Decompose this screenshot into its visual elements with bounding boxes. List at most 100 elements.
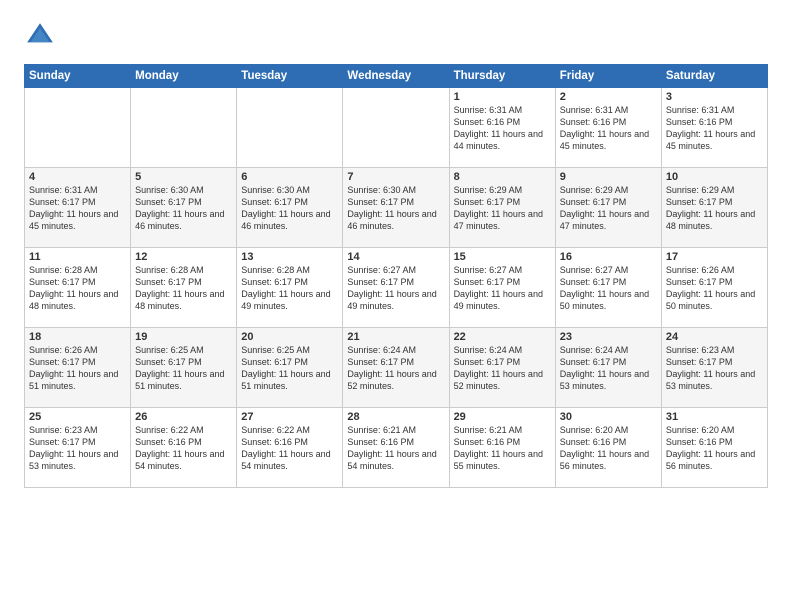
calendar-cell [131,88,237,168]
day-number: 14 [347,251,444,263]
day-info: Sunrise: 6:26 AMSunset: 6:17 PMDaylight:… [29,344,126,393]
day-info: Sunrise: 6:24 AMSunset: 6:17 PMDaylight:… [454,344,551,393]
day-number: 7 [347,171,444,183]
day-number: 18 [29,331,126,343]
calendar-cell: 16Sunrise: 6:27 AMSunset: 6:17 PMDayligh… [555,248,661,328]
day-number: 10 [666,171,763,183]
day-number: 1 [454,91,551,103]
day-info: Sunrise: 6:24 AMSunset: 6:17 PMDaylight:… [347,344,444,393]
day-number: 27 [241,411,338,423]
calendar-cell: 29Sunrise: 6:21 AMSunset: 6:16 PMDayligh… [449,408,555,488]
header [24,20,768,52]
day-number: 24 [666,331,763,343]
calendar-cell: 9Sunrise: 6:29 AMSunset: 6:17 PMDaylight… [555,168,661,248]
calendar-cell: 31Sunrise: 6:20 AMSunset: 6:16 PMDayligh… [661,408,767,488]
day-number: 13 [241,251,338,263]
calendar-cell: 24Sunrise: 6:23 AMSunset: 6:17 PMDayligh… [661,328,767,408]
day-info: Sunrise: 6:29 AMSunset: 6:17 PMDaylight:… [560,184,657,233]
weekday-header-tuesday: Tuesday [237,65,343,88]
calendar-cell: 2Sunrise: 6:31 AMSunset: 6:16 PMDaylight… [555,88,661,168]
day-info: Sunrise: 6:30 AMSunset: 6:17 PMDaylight:… [347,184,444,233]
day-info: Sunrise: 6:28 AMSunset: 6:17 PMDaylight:… [135,264,232,313]
week-row-5: 25Sunrise: 6:23 AMSunset: 6:17 PMDayligh… [25,408,768,488]
day-info: Sunrise: 6:28 AMSunset: 6:17 PMDaylight:… [29,264,126,313]
day-number: 16 [560,251,657,263]
calendar-cell: 19Sunrise: 6:25 AMSunset: 6:17 PMDayligh… [131,328,237,408]
calendar-cell: 6Sunrise: 6:30 AMSunset: 6:17 PMDaylight… [237,168,343,248]
day-number: 23 [560,331,657,343]
calendar-cell: 8Sunrise: 6:29 AMSunset: 6:17 PMDaylight… [449,168,555,248]
weekday-header-friday: Friday [555,65,661,88]
day-info: Sunrise: 6:22 AMSunset: 6:16 PMDaylight:… [135,424,232,473]
week-row-1: 1 Sunrise: 6:31 AMSunset: 6:16 PMDaylight… [25,88,768,168]
weekday-header-saturday: Saturday [661,65,767,88]
calendar-cell: 12Sunrise: 6:28 AMSunset: 6:17 PMDayligh… [131,248,237,328]
calendar-cell: 11Sunrise: 6:28 AMSunset: 6:17 PMDayligh… [25,248,131,328]
day-info: Sunrise: 6:29 AMSunset: 6:17 PMDaylight:… [454,184,551,233]
day-number: 20 [241,331,338,343]
week-row-3: 11Sunrise: 6:28 AMSunset: 6:17 PMDayligh… [25,248,768,328]
calendar-cell: 28Sunrise: 6:21 AMSunset: 6:16 PMDayligh… [343,408,449,488]
day-info: Sunrise: 6:28 AMSunset: 6:17 PMDaylight:… [241,264,338,313]
day-info: Sunrise: 6:20 AMSunset: 6:16 PMDaylight:… [666,424,763,473]
calendar-cell: 22Sunrise: 6:24 AMSunset: 6:17 PMDayligh… [449,328,555,408]
day-info: Sunrise: 6:31 AMSunset: 6:16 PMDaylight:… [666,104,763,153]
day-info: Sunrise: 6:25 AMSunset: 6:17 PMDaylight:… [241,344,338,393]
calendar-cell: 13Sunrise: 6:28 AMSunset: 6:17 PMDayligh… [237,248,343,328]
weekday-header-thursday: Thursday [449,65,555,88]
day-info: Sunrise: 6:23 AMSunset: 6:17 PMDaylight:… [29,424,126,473]
day-number: 29 [454,411,551,423]
calendar-cell: 4Sunrise: 6:31 AMSunset: 6:17 PMDaylight… [25,168,131,248]
weekday-header-wednesday: Wednesday [343,65,449,88]
day-info: Sunrise: 6:20 AMSunset: 6:16 PMDaylight:… [560,424,657,473]
day-number: 11 [29,251,126,263]
calendar-cell: 5Sunrise: 6:30 AMSunset: 6:17 PMDaylight… [131,168,237,248]
calendar-cell: 21Sunrise: 6:24 AMSunset: 6:17 PMDayligh… [343,328,449,408]
day-info: Sunrise: 6:21 AMSunset: 6:16 PMDaylight:… [347,424,444,473]
day-number: 22 [454,331,551,343]
calendar-cell: 1Sunrise: 6:31 AMSunset: 6:16 PMDaylight… [449,88,555,168]
calendar-cell: 14Sunrise: 6:27 AMSunset: 6:17 PMDayligh… [343,248,449,328]
day-info: Sunrise: 6:21 AMSunset: 6:16 PMDaylight:… [454,424,551,473]
day-number: 19 [135,331,232,343]
page: SundayMondayTuesdayWednesdayThursdayFrid… [0,0,792,612]
day-info: Sunrise: 6:23 AMSunset: 6:17 PMDaylight:… [666,344,763,393]
calendar-cell: 3Sunrise: 6:31 AMSunset: 6:16 PMDaylight… [661,88,767,168]
weekday-header-row: SundayMondayTuesdayWednesdayThursdayFrid… [25,65,768,88]
day-info: Sunrise: 6:29 AMSunset: 6:17 PMDaylight:… [666,184,763,233]
calendar-table: SundayMondayTuesdayWednesdayThursdayFrid… [24,64,768,488]
logo [24,20,62,52]
calendar-cell: 18Sunrise: 6:26 AMSunset: 6:17 PMDayligh… [25,328,131,408]
day-info: Sunrise: 6:26 AMSunset: 6:17 PMDaylight:… [666,264,763,313]
day-number: 4 [29,171,126,183]
day-number: 21 [347,331,444,343]
calendar-cell: 23Sunrise: 6:24 AMSunset: 6:17 PMDayligh… [555,328,661,408]
calendar-cell [25,88,131,168]
day-number: 8 [454,171,551,183]
calendar-cell [343,88,449,168]
calendar-cell: 15Sunrise: 6:27 AMSunset: 6:17 PMDayligh… [449,248,555,328]
calendar-cell: 27Sunrise: 6:22 AMSunset: 6:16 PMDayligh… [237,408,343,488]
day-info: Sunrise: 6:25 AMSunset: 6:17 PMDaylight:… [135,344,232,393]
day-number: 2 [560,91,657,103]
calendar-cell: 25Sunrise: 6:23 AMSunset: 6:17 PMDayligh… [25,408,131,488]
calendar-cell: 10Sunrise: 6:29 AMSunset: 6:17 PMDayligh… [661,168,767,248]
calendar-cell: 7Sunrise: 6:30 AMSunset: 6:17 PMDaylight… [343,168,449,248]
day-number: 30 [560,411,657,423]
day-number: 12 [135,251,232,263]
day-info: Sunrise: 6:27 AMSunset: 6:17 PMDaylight:… [560,264,657,313]
day-number: 31 [666,411,763,423]
calendar-cell: 20Sunrise: 6:25 AMSunset: 6:17 PMDayligh… [237,328,343,408]
day-number: 25 [29,411,126,423]
day-number: 3 [666,91,763,103]
day-info: Sunrise: 6:27 AMSunset: 6:17 PMDaylight:… [347,264,444,313]
day-info: Sunrise: 6:31 AMSunset: 6:17 PMDaylight:… [29,184,126,233]
day-number: 6 [241,171,338,183]
day-number: 17 [666,251,763,263]
weekday-header-monday: Monday [131,65,237,88]
day-number: 26 [135,411,232,423]
weekday-header-sunday: Sunday [25,65,131,88]
day-info: Sunrise: 6:24 AMSunset: 6:17 PMDaylight:… [560,344,657,393]
day-info: Sunrise: 6:27 AMSunset: 6:17 PMDaylight:… [454,264,551,313]
day-info: Sunrise: 6:30 AMSunset: 6:17 PMDaylight:… [241,184,338,233]
